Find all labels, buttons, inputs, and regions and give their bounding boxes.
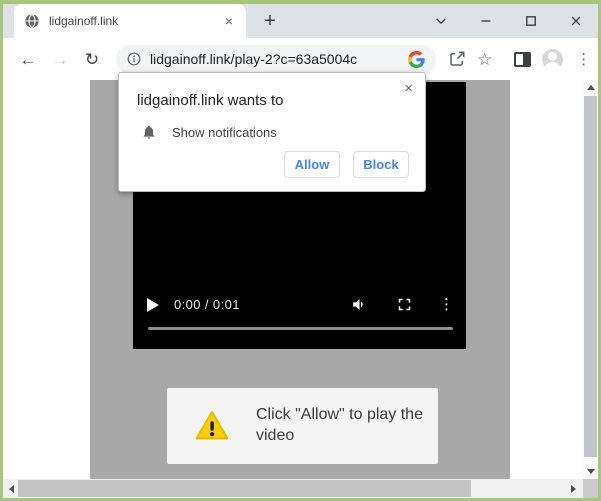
toolbar-actions: ☆ ⋮ <box>436 49 591 70</box>
bell-icon <box>141 124 157 140</box>
scroll-up-button[interactable] <box>583 81 598 94</box>
scrollbar-corner <box>583 479 598 498</box>
triangle-up-icon <box>587 85 595 90</box>
video-controls: 0:00 / 0:01 ⋮ <box>147 296 454 313</box>
bookmark-star-button[interactable]: ☆ <box>477 51 492 68</box>
horizontal-scrollbar-thumb[interactable] <box>18 480 471 497</box>
dialog-close-button[interactable]: × <box>404 81 413 96</box>
allow-button[interactable]: Allow <box>284 151 340 178</box>
vertical-scrollbar[interactable] <box>583 80 598 479</box>
window-minimize-button[interactable] <box>478 13 494 29</box>
page-viewport: 0:00 / 0:01 ⋮ <box>3 80 598 479</box>
fullscreen-button[interactable] <box>397 297 412 312</box>
scroll-down-button[interactable] <box>583 465 598 478</box>
video-time: 0:00 / 0:01 <box>174 297 240 312</box>
horizontal-scrollbar[interactable] <box>3 479 598 498</box>
volume-button[interactable] <box>351 296 368 313</box>
minimize-icon <box>479 14 493 28</box>
overlay-message-box: Click "Allow" to play the video <box>167 388 438 464</box>
forward-button[interactable]: → <box>48 51 72 68</box>
globe-favicon-icon <box>24 13 40 29</box>
video-progress-bar[interactable] <box>148 327 453 330</box>
tab-close-button[interactable]: × <box>222 14 236 28</box>
notification-permission-dialog: × lidgainoff.link wants to Show notifica… <box>118 72 426 192</box>
close-icon <box>569 14 583 28</box>
share-button[interactable] <box>448 50 466 68</box>
dialog-title: lidgainoff.link wants to <box>137 92 425 109</box>
back-button[interactable]: ← <box>16 51 40 68</box>
play-button[interactable] <box>147 298 159 312</box>
triangle-left-icon <box>9 485 14 493</box>
new-tab-button[interactable]: + <box>256 7 284 35</box>
overlay-message: Click "Allow" to play the video <box>256 405 428 447</box>
google-g-icon[interactable] <box>408 51 425 68</box>
scroll-right-button[interactable] <box>565 479 582 498</box>
permission-request-text: Show notifications <box>172 125 277 140</box>
volume-icon <box>351 296 368 313</box>
window-menu-button[interactable] <box>433 13 449 29</box>
share-icon <box>448 50 466 68</box>
side-panel-button[interactable] <box>514 52 531 67</box>
chevron-down-icon <box>434 14 448 28</box>
reload-button[interactable]: ↻ <box>80 51 104 68</box>
browser-menu-button[interactable]: ⋮ <box>576 52 591 67</box>
triangle-right-icon <box>571 485 576 493</box>
window-controls <box>433 4 584 38</box>
maximize-icon <box>524 14 538 28</box>
site-info-icon[interactable] <box>127 52 141 66</box>
fullscreen-icon <box>397 297 412 312</box>
window-close-button[interactable] <box>568 13 584 29</box>
browser-window: lidgainoff.link × + <box>0 0 601 501</box>
triangle-down-icon <box>587 469 595 474</box>
browser-tab[interactable]: lidgainoff.link × <box>14 4 246 38</box>
url-text: lidgainoff.link/play-2?c=63a5004c <box>150 51 408 67</box>
block-button[interactable]: Block <box>353 151 409 178</box>
window-maximize-button[interactable] <box>523 13 539 29</box>
vertical-scrollbar-thumb[interactable] <box>584 96 597 457</box>
tab-title: lidgainoff.link <box>49 14 222 28</box>
profile-avatar-button[interactable] <box>542 49 563 70</box>
tab-strip: lidgainoff.link × + <box>3 4 598 38</box>
video-menu-button[interactable]: ⋮ <box>439 297 454 312</box>
warning-triangle-icon <box>192 407 232 445</box>
address-bar[interactable]: lidgainoff.link/play-2?c=63a5004c <box>116 45 436 74</box>
